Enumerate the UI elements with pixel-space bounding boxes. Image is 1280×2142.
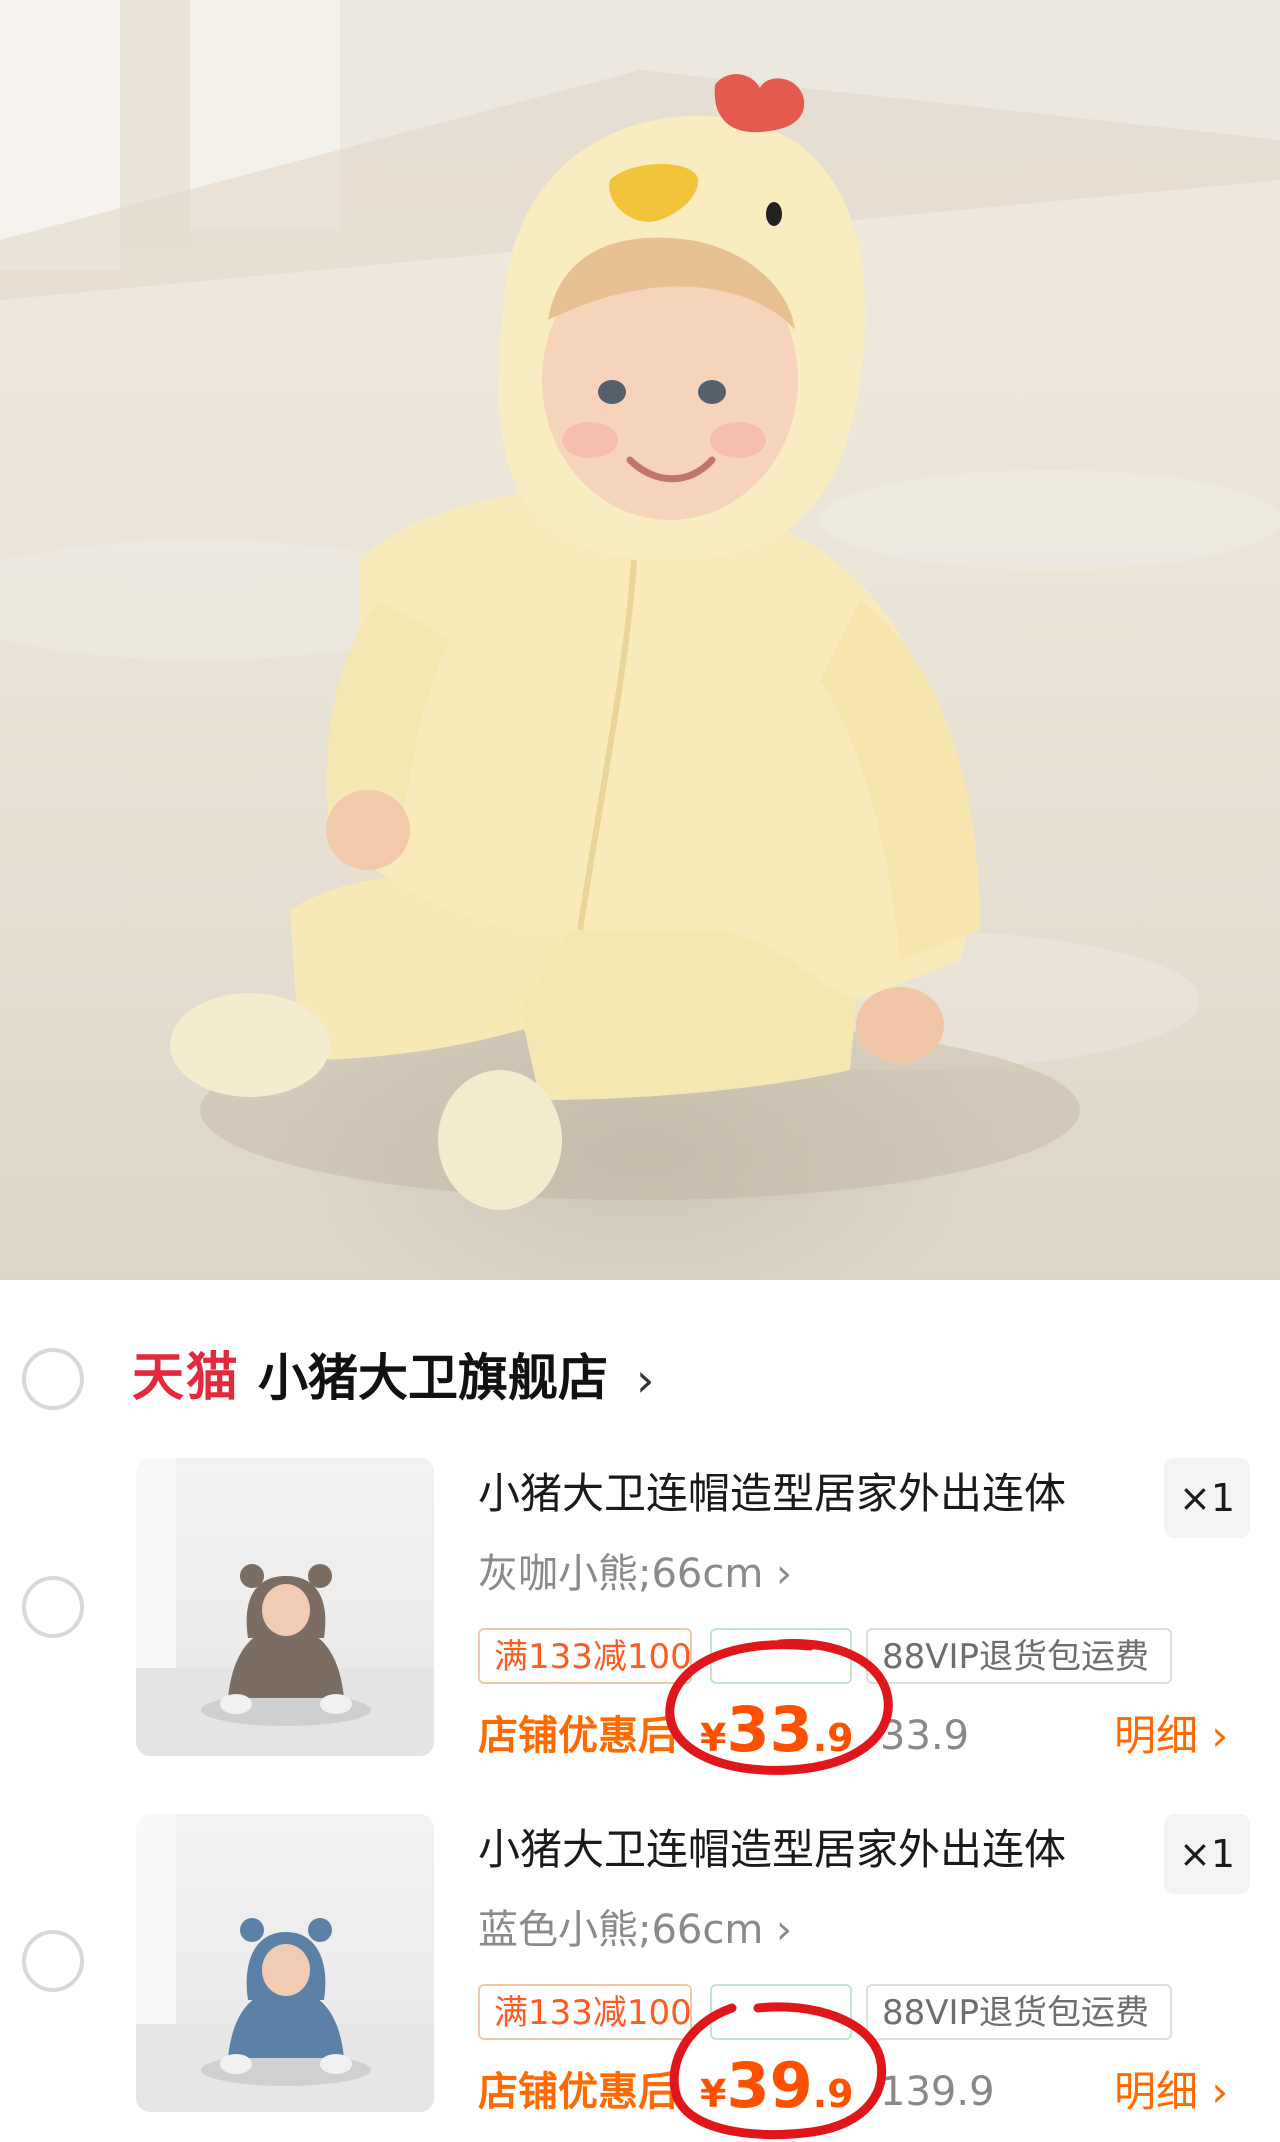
baby-bear-onesie-image bbox=[136, 1458, 434, 1756]
promo-tag: 满133减100 bbox=[478, 1628, 692, 1684]
promo-tag-secondary bbox=[710, 1628, 852, 1684]
vip-return-tag: 88VIP退货包运费 bbox=[866, 1984, 1172, 2040]
price-decimal: .9 bbox=[812, 1716, 854, 1760]
item-thumbnail[interactable] bbox=[136, 1458, 434, 1756]
baby-blue-bear-onesie-image bbox=[136, 1814, 434, 2112]
original-price: 33.9 bbox=[880, 1713, 970, 1759]
store-name[interactable]: 小猪大卫旗舰店 bbox=[258, 1346, 608, 1410]
chevron-right-icon[interactable]: › bbox=[636, 1350, 654, 1410]
tmall-logo: 天猫 bbox=[132, 1348, 241, 1408]
variant-selector[interactable]: 灰咖小熊;66cm › bbox=[478, 1546, 792, 1602]
price-currency: ¥ bbox=[700, 2072, 727, 2116]
discounted-price: ¥39.9 bbox=[700, 2046, 854, 2142]
product-hero-image[interactable] bbox=[0, 0, 1280, 1280]
store-header[interactable]: 天猫 小猪大卫旗舰店 › bbox=[0, 1338, 1280, 1424]
shop-discount-label: 店铺优惠后 bbox=[478, 2069, 678, 2115]
vip-return-tag: 88VIP退货包运费 bbox=[866, 1628, 1172, 1684]
item-thumbnail[interactable] bbox=[136, 1814, 434, 2112]
baby-chick-onesie-illustration bbox=[0, 0, 1280, 1210]
item-select-radio[interactable] bbox=[22, 1576, 84, 1638]
shop-discount-label: 店铺优惠后 bbox=[478, 1713, 678, 1759]
price-decimal: .9 bbox=[812, 2072, 854, 2116]
item-title[interactable]: 小猪大卫连帽造型居家外出连体 bbox=[478, 1820, 1138, 1880]
price-detail-link[interactable]: 明细 › bbox=[1114, 1708, 1228, 1764]
original-price: 139.9 bbox=[880, 2069, 995, 2115]
item-select-radio[interactable] bbox=[22, 1930, 84, 1992]
discounted-price: ¥33.9 bbox=[700, 1690, 854, 1786]
price-integer: 39 bbox=[726, 2049, 813, 2122]
quantity-badge[interactable]: ×1 bbox=[1164, 1458, 1250, 1538]
cart-item: 小猪大卫连帽造型居家外出连体 ×1 蓝色小熊;66cm › 满133减100 8… bbox=[0, 1814, 1280, 2140]
promo-tag: 满133减100 bbox=[478, 1984, 692, 2040]
promo-tag-secondary bbox=[710, 1984, 852, 2040]
variant-selector[interactable]: 蓝色小熊;66cm › bbox=[478, 1902, 792, 1958]
quantity-badge[interactable]: ×1 bbox=[1164, 1814, 1250, 1894]
price-currency: ¥ bbox=[700, 1716, 727, 1760]
cart-item: 小猪大卫连帽造型居家外出连体 ×1 灰咖小熊;66cm › 满133减100 8… bbox=[0, 1458, 1280, 1778]
price-integer: 33 bbox=[726, 1693, 813, 1766]
price-detail-link[interactable]: 明细 › bbox=[1114, 2064, 1228, 2120]
store-select-radio[interactable] bbox=[22, 1348, 84, 1410]
item-title[interactable]: 小猪大卫连帽造型居家外出连体 bbox=[478, 1464, 1138, 1524]
